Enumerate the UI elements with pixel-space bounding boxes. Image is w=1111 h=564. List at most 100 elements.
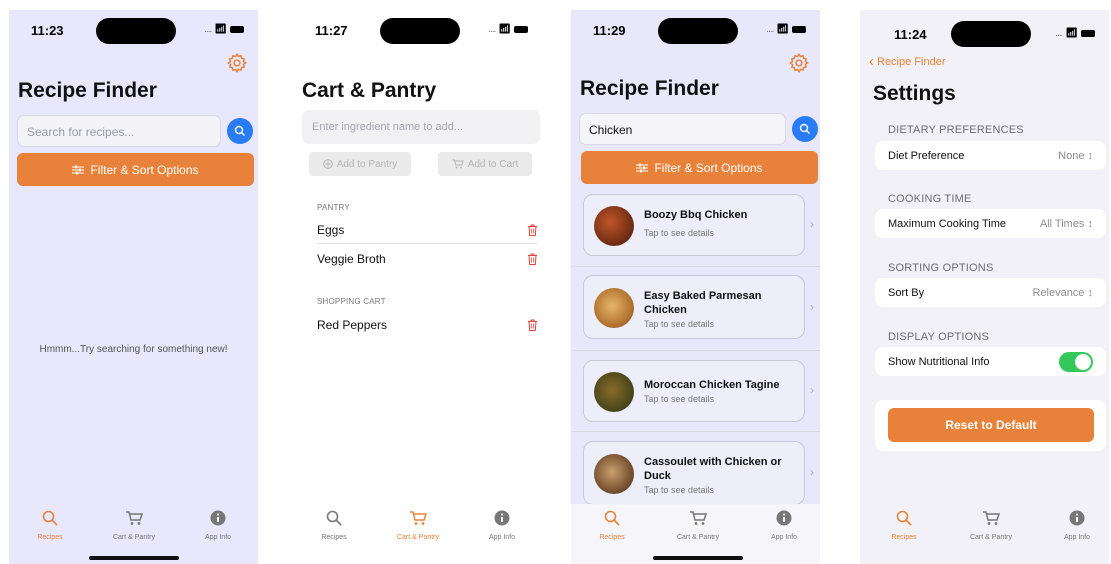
search-input[interactable]: Chicken [579, 113, 786, 145]
recipe-subtitle: Tap to see details [644, 485, 715, 495]
chevron-updown-icon: ↕ [1087, 286, 1094, 299]
tab-bar: Recipes Cart & Pantry App Info [293, 504, 542, 564]
page-title: Recipe Finder [18, 79, 157, 102]
gear-icon[interactable] [226, 52, 248, 74]
pantry-section-header: PANTRY [317, 203, 350, 212]
gear-icon[interactable] [788, 52, 810, 74]
tab-app-info[interactable]: App Info [1042, 510, 1109, 541]
tab-recipes[interactable]: Recipes [869, 510, 939, 541]
diet-preference-picker[interactable]: Diet Preference None ↕ [875, 141, 1106, 170]
tab-label: Recipes [321, 534, 347, 541]
tab-label: Cart & Pantry [969, 534, 1012, 541]
recipe-card[interactable]: Cassoulet with Chicken or Duck Tap to se… [583, 441, 805, 505]
ingredient-input[interactable]: Enter ingredient name to add... [302, 110, 540, 144]
recipe-thumbnail [594, 372, 634, 412]
phone-recipe-finder-empty: 11:23 .... 📶︎ Recipe Finder Search for re… [9, 10, 258, 564]
tab-app-info[interactable]: App Info [467, 510, 537, 541]
list-item[interactable]: Eggs [317, 216, 538, 244]
tab-cart-pantry[interactable]: Cart & Pantry [99, 510, 169, 541]
tab-label: App Info [1063, 534, 1091, 541]
page-title: Settings [873, 82, 956, 105]
info-icon [210, 510, 226, 526]
trash-icon[interactable] [527, 253, 538, 265]
dynamic-island [96, 18, 176, 44]
nutritional-info-toggle[interactable] [1059, 351, 1093, 372]
status-icons: .... 📶︎ [1055, 28, 1095, 39]
status-time: 11:27 [315, 23, 348, 38]
back-label: Recipe Finder [877, 56, 946, 68]
cart-icon [410, 511, 428, 525]
cart-section-header: SHOPPING CART [317, 297, 386, 306]
magnifier-icon [42, 510, 58, 526]
tab-bar: Recipes Cart & Pantry App Info [860, 504, 1109, 564]
list-item-label: Eggs [317, 222, 345, 237]
plus-circle-icon [322, 159, 333, 169]
divider [571, 431, 820, 432]
section-header: DISPLAY OPTIONS [888, 331, 990, 343]
tab-app-info[interactable]: App Info [183, 510, 253, 541]
magnifier-icon [234, 125, 245, 136]
tab-recipes[interactable]: Recipes [15, 510, 85, 541]
reset-section: Reset to Default [875, 400, 1106, 451]
add-to-pantry-label: Add to Pantry [336, 158, 398, 170]
cart-icon [126, 511, 144, 525]
row-label: Sort By [888, 286, 925, 299]
search-button[interactable] [792, 116, 818, 142]
recipe-thumbnail [594, 288, 634, 328]
reset-to-default-button[interactable]: Reset to Default [888, 408, 1094, 442]
phone-cart-pantry: 11:27 .... 📶︎ Cart & Pantry Enter ingredi… [293, 10, 542, 564]
search-input[interactable]: Search for recipes... [17, 115, 221, 147]
tab-recipes[interactable]: Recipes [577, 510, 647, 541]
recipe-card[interactable]: Easy Baked Parmesan Chicken Tap to see d… [583, 275, 805, 339]
chevron-updown-icon: ↕ [1087, 149, 1094, 162]
row-value: None [1058, 149, 1085, 162]
tab-label: Recipes [891, 534, 917, 541]
screenshot-collage: 11:23 .... 📶︎ Recipe Finder Search for re… [0, 0, 1111, 564]
add-to-cart-button[interactable]: Add to Cart [438, 152, 532, 176]
recipe-title: Moroccan Chicken Tagine [644, 379, 780, 391]
magnifier-icon [896, 510, 912, 526]
section-header: SORTING OPTIONS [888, 262, 994, 274]
recipe-thumbnail [594, 454, 634, 494]
recipe-title: Easy Baked Parmesan Chicken [644, 290, 762, 316]
list-item[interactable]: Veggie Broth [317, 245, 538, 273]
row-label: Diet Preference [888, 149, 965, 162]
tab-cart-pantry[interactable]: Cart & Pantry [383, 510, 453, 541]
recipe-thumbnail [594, 206, 634, 246]
magnifier-icon [604, 510, 620, 526]
sliders-icon [636, 163, 649, 172]
tab-cart-pantry[interactable]: Cart & Pantry [956, 510, 1026, 541]
trash-icon[interactable] [527, 319, 538, 331]
filter-sort-button[interactable]: Filter & Sort Options [581, 151, 818, 184]
tab-label: Recipes [37, 534, 63, 541]
info-icon [1069, 510, 1085, 526]
sort-by-picker[interactable]: Sort By Relevance ↕ [875, 278, 1106, 307]
add-to-pantry-button[interactable]: Add to Pantry [309, 152, 411, 176]
tab-recipes[interactable]: Recipes [299, 510, 369, 541]
filter-sort-label: Filter & Sort Options [90, 162, 199, 177]
list-item-label: Veggie Broth [317, 252, 386, 266]
status-icons: .... 📶︎ [488, 24, 528, 35]
chevron-updown-icon: ↕ [1087, 217, 1094, 230]
tab-label: Recipes [599, 534, 625, 541]
trash-icon[interactable] [527, 224, 538, 236]
back-button[interactable]: ‹ Recipe Finder [869, 54, 946, 69]
tab-cart-pantry[interactable]: Cart & Pantry [663, 510, 733, 541]
cooking-time-picker[interactable]: Maximum Cooking Time All Times ↕ [875, 209, 1106, 238]
row-label: Maximum Cooking Time [888, 217, 1006, 230]
page-title: Recipe Finder [580, 77, 719, 100]
chevron-right-icon: › [810, 300, 814, 314]
home-indicator [89, 556, 179, 560]
magnifier-icon [326, 510, 342, 526]
recipe-card[interactable]: Boozy Bbq Chicken Tap to see details [583, 194, 805, 256]
tab-label: Cart & Pantry [112, 534, 155, 541]
search-button[interactable] [227, 118, 253, 144]
tab-label: Cart & Pantry [676, 534, 719, 541]
tab-app-info[interactable]: App Info [749, 510, 819, 541]
chevron-right-icon: › [810, 217, 814, 231]
recipe-subtitle: Tap to see details [644, 228, 715, 238]
recipe-card[interactable]: Moroccan Chicken Tagine Tap to see detai… [583, 360, 805, 422]
list-item[interactable]: Red Peppers [317, 311, 538, 339]
filter-sort-button[interactable]: Filter & Sort Options [17, 153, 254, 186]
status-icons: .... 📶︎ [204, 24, 244, 35]
